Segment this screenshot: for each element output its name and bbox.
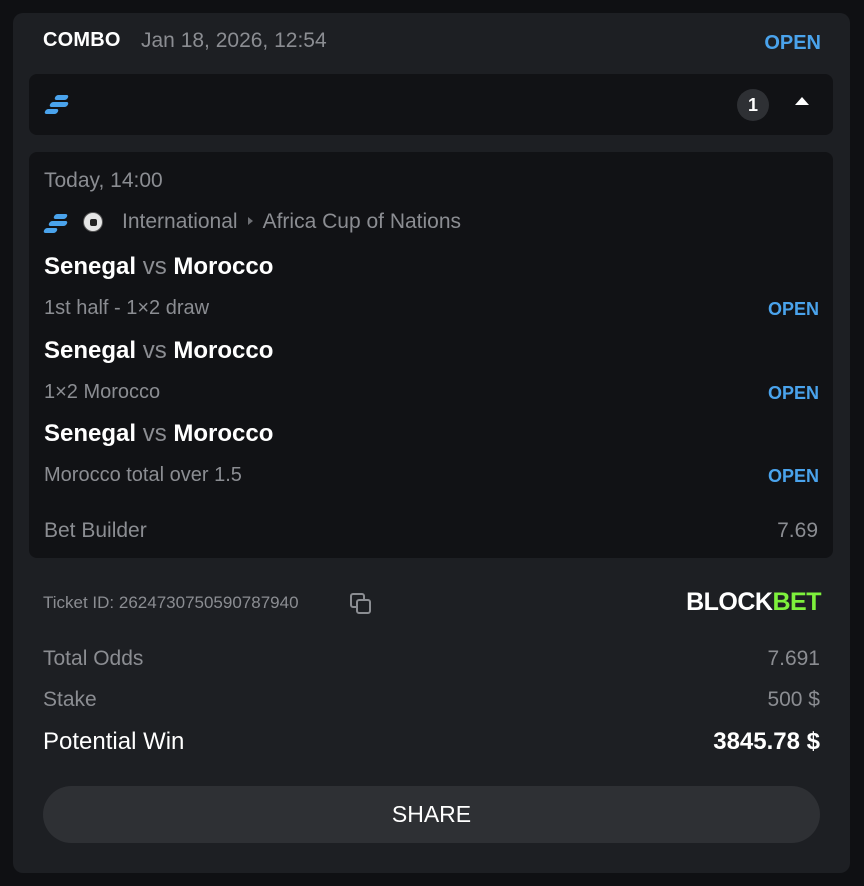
soccer-ball-icon xyxy=(83,212,103,232)
stake-value: 500 $ xyxy=(767,688,820,711)
home-team: Senegal xyxy=(44,420,137,447)
potential-win-value: 3845.78 $ xyxy=(713,728,820,755)
event-time: Today, 14:00 xyxy=(44,169,163,192)
match-title: Senegal vs Morocco xyxy=(44,253,273,281)
share-button[interactable]: SHARE xyxy=(43,786,820,843)
vs-separator: vs xyxy=(142,253,167,280)
chevron-right-icon xyxy=(247,217,253,226)
stacked-bars-logo-icon xyxy=(42,213,69,235)
stake-row: Stake 500 $ xyxy=(43,688,820,712)
match-title: Senegal vs Morocco xyxy=(44,420,273,448)
away-team: Morocco xyxy=(173,420,274,447)
legs-panel: Today, 14:00 International Africa Cup of … xyxy=(29,152,833,558)
home-team: Senegal xyxy=(44,337,137,364)
vs-separator: vs xyxy=(142,337,167,364)
potential-win-label: Potential Win xyxy=(43,728,185,755)
leg-status: OPEN xyxy=(767,299,819,319)
leg-status: OPEN xyxy=(767,466,819,486)
market-label: 1×2 Morocco xyxy=(44,381,161,403)
vs-separator: vs xyxy=(142,420,167,447)
bet-status: OPEN xyxy=(764,32,821,54)
bet-builder-label: Bet Builder xyxy=(44,519,147,542)
caret-up-icon[interactable] xyxy=(795,97,809,105)
bet-type-label: COMBO xyxy=(43,29,121,51)
competition-row: International Africa Cup of Nations xyxy=(42,210,804,236)
ticket-id-value: 2624730750590787940 xyxy=(118,593,299,612)
brand-logo: BLOCKBET xyxy=(686,588,821,617)
match-title: Senegal vs Morocco xyxy=(44,337,273,365)
leg-status: OPEN xyxy=(767,383,819,403)
total-odds-row: Total Odds 7.691 xyxy=(43,647,820,671)
brand-part-2: BET xyxy=(772,588,822,616)
bet-date: Jan 18, 2026, 12:54 xyxy=(141,29,327,52)
home-team: Senegal xyxy=(44,253,137,280)
away-team: Morocco xyxy=(173,253,274,280)
legs-summary-toggle[interactable]: 1 xyxy=(29,74,833,135)
brand-part-1: BLOCK xyxy=(686,588,773,616)
leg-count-badge: 1 xyxy=(737,89,769,121)
stacked-bars-logo-icon xyxy=(43,94,70,116)
ticket-id: Ticket ID: 2624730750590787940 xyxy=(43,593,299,613)
ticket-id-label: Ticket ID: xyxy=(43,593,115,612)
copy-icon[interactable] xyxy=(350,593,371,614)
potential-win-row: Potential Win 3845.78 $ xyxy=(43,728,820,756)
competition-breadcrumb: International Africa Cup of Nations xyxy=(122,210,461,234)
competition-label: Africa Cup of Nations xyxy=(262,210,462,233)
away-team: Morocco xyxy=(173,337,274,364)
total-odds-label: Total Odds xyxy=(43,647,144,670)
total-odds-value: 7.691 xyxy=(767,647,820,670)
bet-ticket-card: COMBO Jan 18, 2026, 12:54 OPEN 1 Today, … xyxy=(13,13,850,873)
stake-label: Stake xyxy=(43,688,97,711)
market-label: 1st half - 1×2 draw xyxy=(44,297,210,319)
bet-builder-odds: 7.69 xyxy=(777,519,818,542)
category-label: International xyxy=(122,210,238,233)
market-label: Morocco total over 1.5 xyxy=(44,464,242,486)
